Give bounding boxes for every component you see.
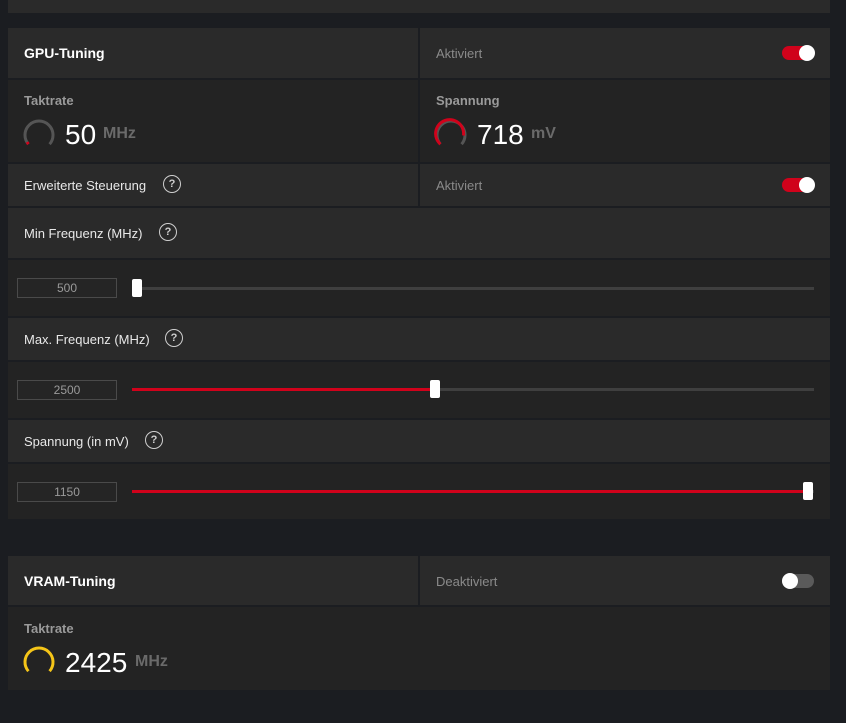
voltage-slider-fill (132, 490, 804, 493)
advanced-status: Aktiviert (436, 178, 483, 193)
voltage-slider-thumb[interactable] (803, 482, 813, 500)
min-freq-help-icon[interactable]: ? (159, 223, 177, 241)
voltage-slider-label-row: Spannung (in mV) ? (8, 420, 830, 462)
vram-clock-gauge-icon (23, 646, 55, 673)
header-divider (418, 28, 420, 78)
voltage-slider-row: 1150 (8, 464, 830, 519)
voltage-value: 718 (477, 119, 524, 150)
gpu-metrics-row: Taktrate 50 MHz Spannung 718 mV (8, 80, 830, 162)
gpu-tuning-panel: GPU-Tuning Aktiviert Taktrate 50 MHz Spa… (8, 28, 830, 519)
advanced-help-icon[interactable]: ? (163, 175, 181, 193)
vram-tuning-toggle[interactable] (782, 573, 814, 589)
toggle-knob (799, 177, 815, 193)
vram-tuning-status: Deaktiviert (436, 574, 498, 589)
gpu-tuning-toggle[interactable] (782, 45, 815, 61)
max-freq-slider-row: 2500 (8, 362, 830, 418)
clock-unit: MHz (103, 125, 136, 142)
max-freq-label: Max. Frequenz (MHz) (24, 332, 150, 347)
voltage-unit: mV (531, 125, 556, 142)
voltage-input[interactable]: 1150 (17, 482, 117, 502)
advanced-control-row: Erweiterte Steuerung ? Aktiviert (8, 164, 830, 206)
toggle-knob (799, 45, 815, 61)
gpu-tuning-status: Aktiviert (436, 46, 483, 61)
vram-clock-unit: MHz (135, 653, 168, 670)
voltage-help-icon[interactable]: ? (145, 431, 163, 449)
vram-tuning-panel: VRAM-Tuning Deaktiviert Taktrate 2425 MH… (8, 556, 830, 690)
vram-clock-label: Taktrate (24, 621, 74, 636)
max-freq-slider-fill (132, 388, 434, 391)
min-freq-label: Min Frequenz (MHz) (24, 226, 143, 241)
gpu-tuning-header: GPU-Tuning Aktiviert (8, 28, 830, 78)
vram-tuning-title: VRAM-Tuning (24, 573, 116, 589)
advanced-control-label: Erweiterte Steuerung (24, 178, 147, 193)
voltage-slider-label: Spannung (in mV) (24, 434, 129, 449)
toggle-knob (782, 573, 798, 589)
max-freq-label-row: Max. Frequenz (MHz) ? (8, 318, 830, 360)
advanced-control-toggle[interactable] (782, 177, 815, 193)
min-freq-label-row: Min Frequenz (MHz) ? (8, 208, 830, 258)
gpu-tuning-title: GPU-Tuning (24, 45, 105, 61)
max-freq-help-icon[interactable]: ? (165, 329, 183, 347)
max-freq-input[interactable]: 2500 (17, 380, 117, 400)
clock-label: Taktrate (24, 93, 74, 108)
min-freq-slider-row: 500 (8, 260, 830, 316)
min-freq-slider-track[interactable] (132, 287, 814, 290)
vram-clock-value: 2425 (65, 647, 128, 678)
advanced-divider (418, 164, 420, 206)
max-freq-slider-thumb[interactable] (430, 380, 440, 398)
metrics-divider (418, 80, 420, 162)
clock-gauge-icon (23, 119, 55, 146)
previous-panel (8, 0, 830, 13)
min-freq-input[interactable]: 500 (17, 278, 117, 298)
min-freq-slider-thumb[interactable] (132, 279, 142, 297)
clock-value: 50 (65, 119, 97, 150)
voltage-gauge-icon (434, 118, 467, 146)
vram-tuning-header: VRAM-Tuning Deaktiviert (8, 556, 830, 605)
voltage-label: Spannung (436, 93, 500, 108)
vram-header-divider (418, 556, 420, 605)
vram-metrics-row: Taktrate 2425 MHz (8, 607, 830, 690)
